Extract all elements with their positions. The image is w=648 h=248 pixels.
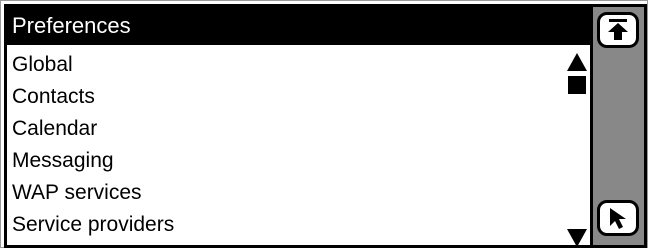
list-item-global[interactable]: Global: [7, 49, 562, 81]
move-to-top-button[interactable]: [597, 12, 639, 48]
pointer-cursor-icon: [610, 208, 626, 229]
scroll-up-arrow-icon[interactable]: [567, 53, 587, 71]
list-item-messaging[interactable]: Messaging: [7, 145, 562, 177]
list-item-service-providers[interactable]: Service providers: [7, 209, 562, 241]
side-panel-divider: [590, 7, 593, 245]
scroll-down-arrow-icon[interactable]: [567, 229, 587, 245]
list-item-wap-services[interactable]: WAP services: [7, 177, 562, 209]
side-panel: [590, 7, 644, 245]
scroll-thumb[interactable]: [568, 76, 586, 94]
window-title: Preferences: [7, 7, 590, 45]
list-item-calendar[interactable]: Calendar: [7, 113, 562, 145]
move-to-top-icon: [608, 19, 628, 40]
list-item-contacts[interactable]: Contacts: [7, 81, 562, 113]
preferences-window: Preferences Global Contacts Calendar Mes…: [4, 4, 647, 248]
pointer-button[interactable]: [597, 200, 639, 236]
scrollbar[interactable]: [563, 47, 590, 245]
outer-frame: Preferences Global Contacts Calendar Mes…: [0, 0, 648, 248]
preferences-list: Global Contacts Calendar Messaging WAP s…: [7, 47, 562, 245]
